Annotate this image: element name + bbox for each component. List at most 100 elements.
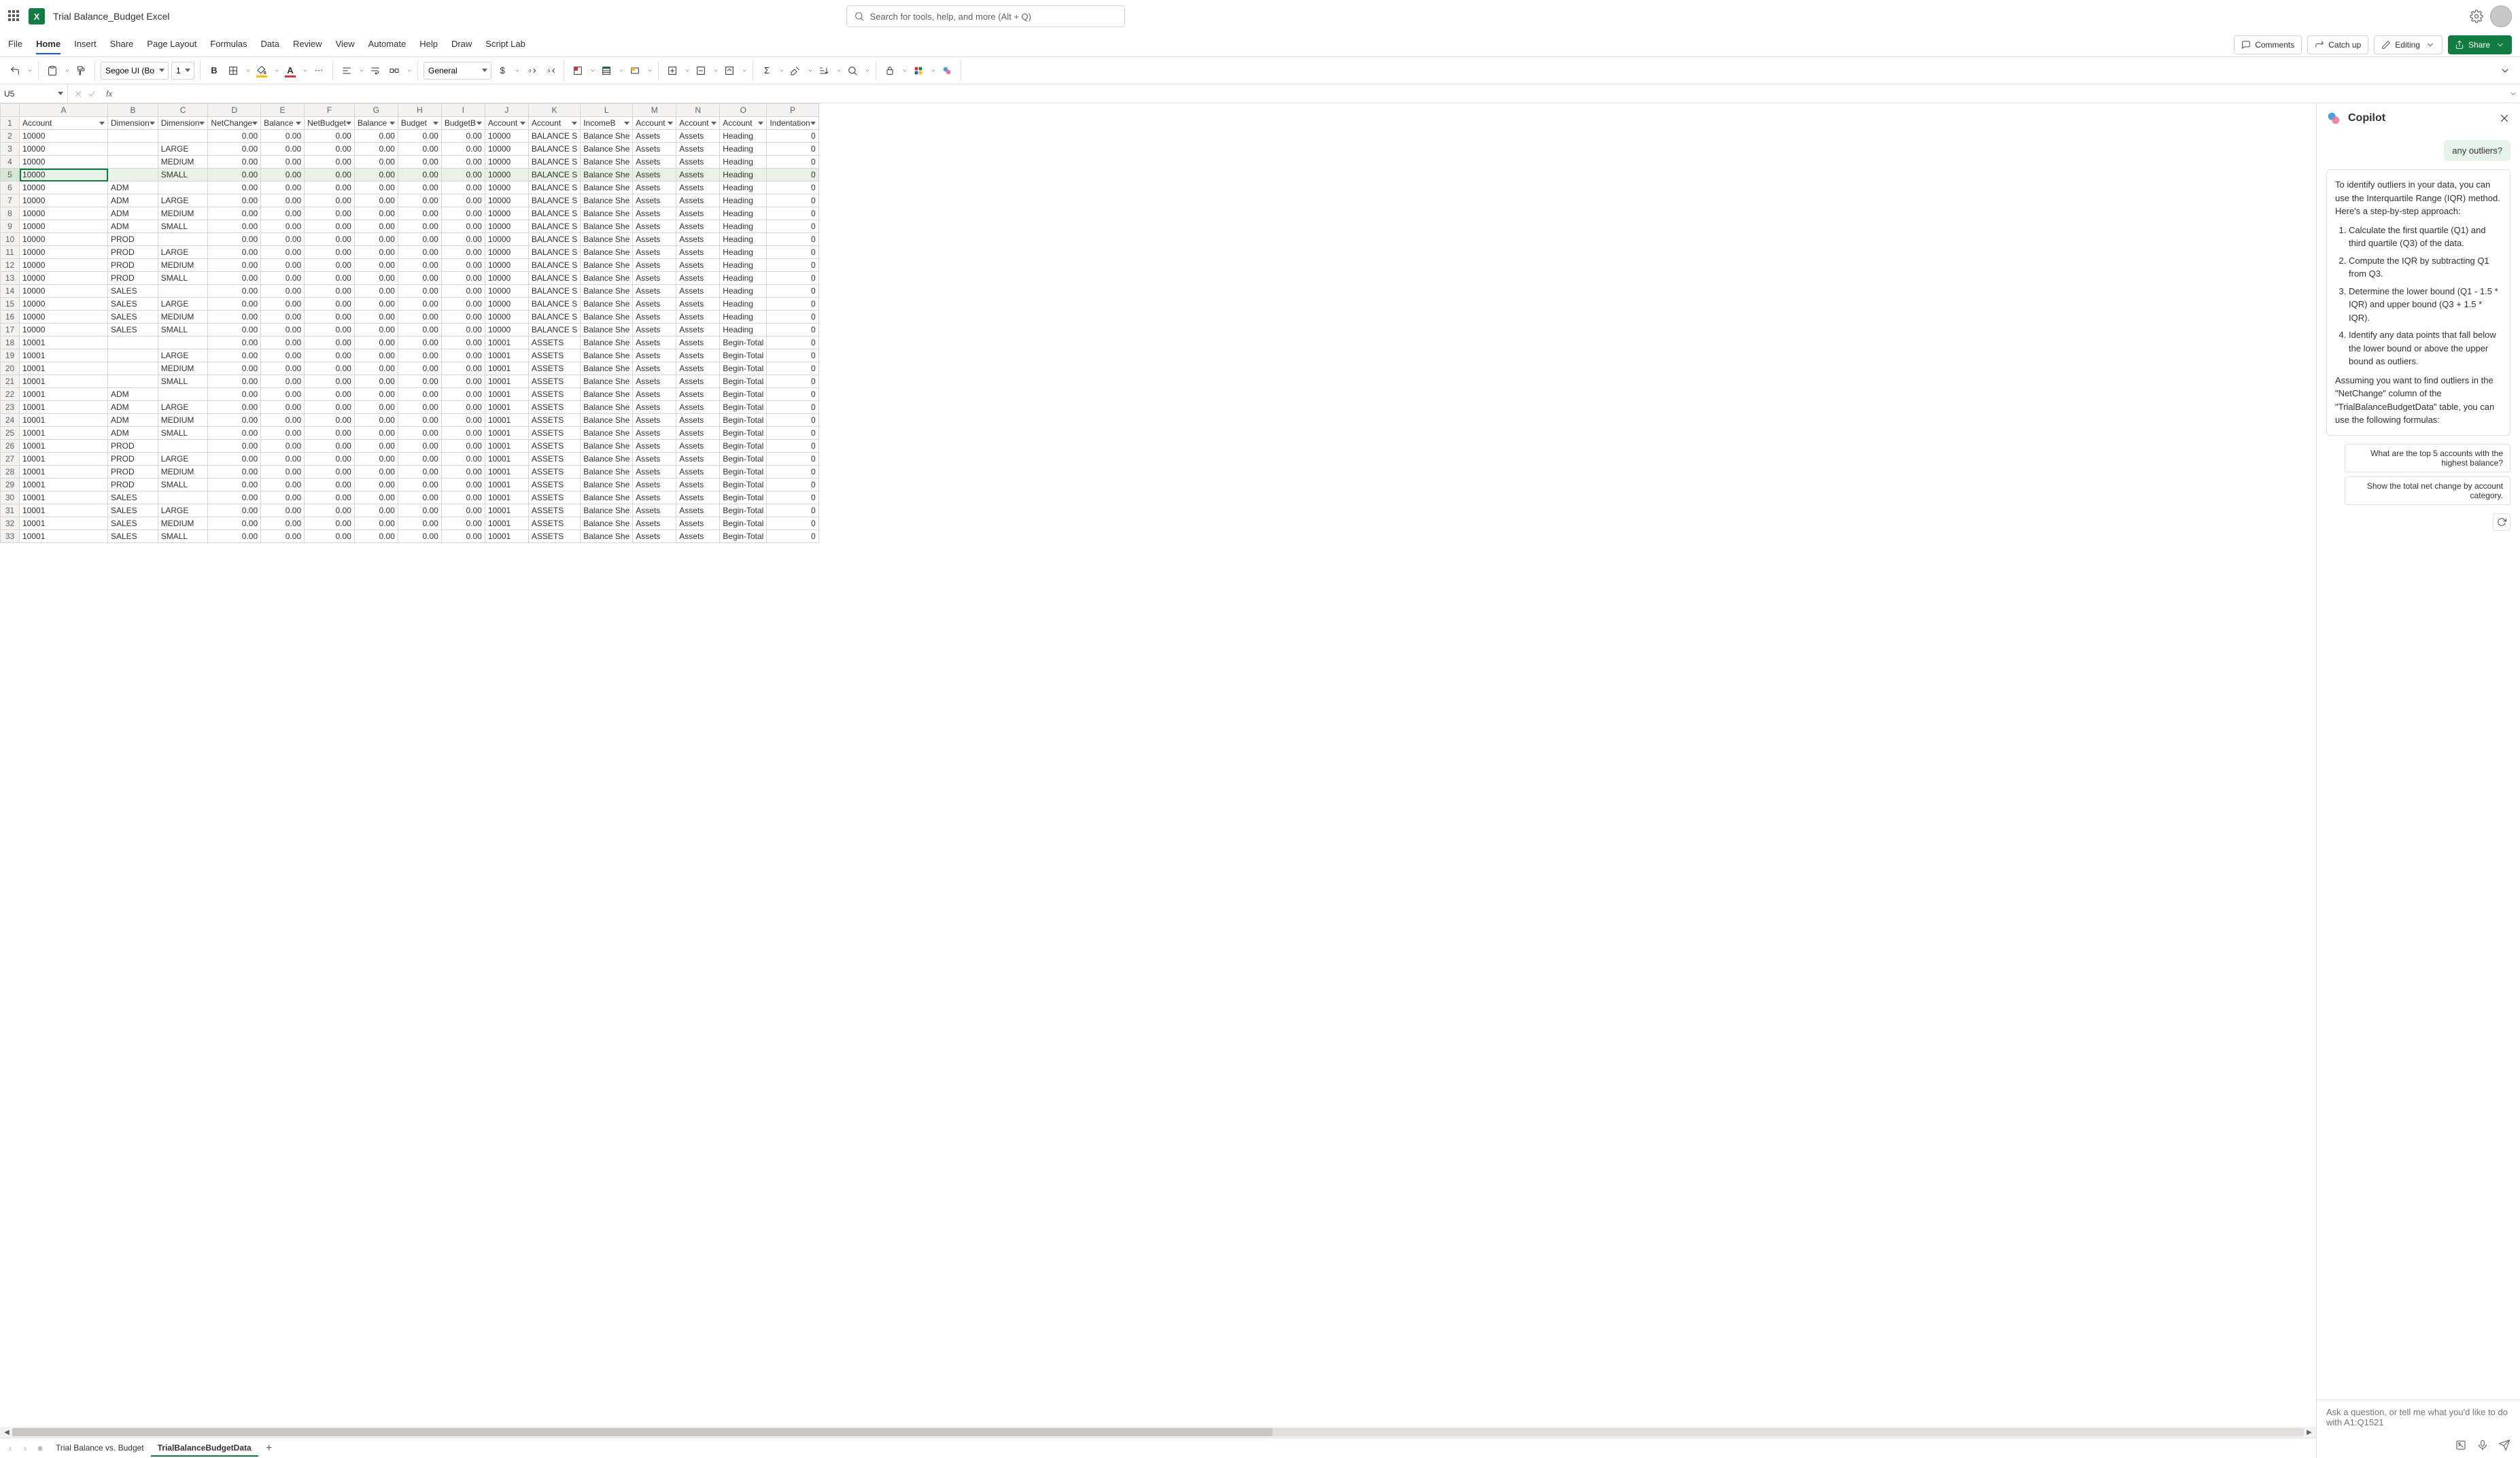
cell[interactable] [158, 285, 208, 298]
cell[interactable]: 10001 [485, 479, 528, 491]
cell[interactable]: 10001 [20, 440, 108, 453]
cell[interactable]: Assets [633, 362, 676, 375]
sort-filter-button[interactable] [816, 63, 832, 79]
cell[interactable]: 0.00 [398, 504, 441, 517]
cell[interactable]: BALANCE S [528, 169, 580, 181]
cell[interactable]: 10001 [485, 453, 528, 466]
row-header[interactable]: 7 [1, 194, 20, 207]
cell[interactable]: 0.00 [441, 453, 485, 466]
cell[interactable]: ASSETS [528, 440, 580, 453]
cell[interactable]: Assets [633, 194, 676, 207]
cell[interactable]: LARGE [158, 298, 208, 311]
add-sheet-button[interactable]: + [261, 1442, 277, 1455]
all-sheets-button[interactable]: ≡ [34, 1444, 46, 1453]
cell[interactable]: PROD [108, 440, 158, 453]
app-launcher-icon[interactable] [8, 10, 20, 22]
cell[interactable]: SALES [108, 530, 158, 543]
cell[interactable]: Heading [720, 285, 767, 298]
cell[interactable]: 0.00 [208, 453, 261, 466]
cell[interactable]: 10000 [20, 194, 108, 207]
chevron-down-icon[interactable] [359, 68, 364, 73]
cell[interactable]: Balance She [581, 530, 633, 543]
column-header-J[interactable]: J [485, 104, 528, 117]
cell[interactable]: 0.00 [441, 181, 485, 194]
cell[interactable]: PROD [108, 233, 158, 246]
cell[interactable]: Assets [676, 298, 720, 311]
next-sheet-button[interactable]: › [19, 1444, 31, 1453]
cell[interactable]: Heading [720, 272, 767, 285]
cell[interactable]: 0.00 [398, 207, 441, 220]
cell[interactable]: 0.00 [441, 504, 485, 517]
cell[interactable]: 10001 [485, 401, 528, 414]
cell[interactable]: 0.00 [398, 324, 441, 336]
cell[interactable]: Assets [633, 414, 676, 427]
cell[interactable]: 0.00 [354, 246, 398, 259]
cell[interactable]: BALANCE S [528, 311, 580, 324]
cell[interactable]: 0.00 [398, 246, 441, 259]
addins-button[interactable] [910, 63, 927, 79]
cell[interactable]: 0.00 [398, 479, 441, 491]
cell[interactable]: Assets [676, 169, 720, 181]
chevron-down-icon[interactable] [274, 68, 279, 73]
cell[interactable]: ADM [108, 388, 158, 401]
cell[interactable]: 0.00 [354, 517, 398, 530]
cell[interactable]: 0.00 [354, 479, 398, 491]
cell[interactable]: 10001 [20, 362, 108, 375]
cell[interactable]: 0.00 [354, 453, 398, 466]
cell[interactable]: 10000 [20, 311, 108, 324]
tab-script-lab[interactable]: Script Lab [485, 35, 525, 54]
cell[interactable]: 0.00 [208, 169, 261, 181]
cell[interactable]: Balance She [581, 311, 633, 324]
row-header[interactable]: 17 [1, 324, 20, 336]
cell[interactable]: 10001 [485, 530, 528, 543]
cell[interactable]: 10000 [20, 181, 108, 194]
select-all-corner[interactable] [1, 104, 20, 117]
cell[interactable]: 0.00 [441, 362, 485, 375]
cell[interactable]: 0.00 [208, 181, 261, 194]
cell[interactable]: 0.00 [354, 324, 398, 336]
cell[interactable]: BALANCE S [528, 194, 580, 207]
cell[interactable]: Balance She [581, 143, 633, 156]
cell[interactable]: 0.00 [208, 388, 261, 401]
cell[interactable]: 0 [767, 272, 818, 285]
cell[interactable]: SALES [108, 504, 158, 517]
cell[interactable]: Heading [720, 194, 767, 207]
cell[interactable] [108, 169, 158, 181]
cell[interactable]: 0.00 [441, 388, 485, 401]
sensitivity-button[interactable] [882, 63, 898, 79]
tab-data[interactable]: Data [261, 35, 279, 54]
autosum-button[interactable]: Σ [759, 63, 775, 79]
cell[interactable]: LARGE [158, 349, 208, 362]
row-header[interactable]: 26 [1, 440, 20, 453]
cell[interactable] [108, 336, 158, 349]
cell[interactable]: 10000 [485, 156, 528, 169]
cell[interactable]: 0.00 [261, 388, 305, 401]
cell[interactable]: 0.00 [354, 427, 398, 440]
cell[interactable]: ASSETS [528, 453, 580, 466]
cell[interactable]: 0.00 [208, 336, 261, 349]
scroll-left-button[interactable]: ◀ [1, 1429, 12, 1436]
cell[interactable]: Balance She [581, 194, 633, 207]
cell[interactable]: 0.00 [441, 414, 485, 427]
cell[interactable]: SMALL [158, 427, 208, 440]
cell[interactable] [158, 181, 208, 194]
cell[interactable]: SALES [108, 298, 158, 311]
suggestion-chip[interactable]: What are the top 5 accounts with the hig… [2345, 444, 2510, 472]
cell[interactable]: 10000 [485, 181, 528, 194]
cell[interactable]: Assets [633, 375, 676, 388]
cell[interactable]: Assets [676, 453, 720, 466]
cell[interactable]: 0.00 [398, 336, 441, 349]
column-header-B[interactable]: B [108, 104, 158, 117]
cell-styles-button[interactable] [627, 63, 643, 79]
cell[interactable]: 0.00 [398, 259, 441, 272]
cell[interactable]: 0.00 [398, 388, 441, 401]
cell[interactable]: 0 [767, 207, 818, 220]
cell[interactable]: 10001 [20, 466, 108, 479]
cell[interactable]: 10000 [485, 207, 528, 220]
cell[interactable]: 10001 [20, 453, 108, 466]
cell[interactable]: 0 [767, 414, 818, 427]
cell[interactable]: Begin-Total [720, 414, 767, 427]
cell[interactable]: MEDIUM [158, 311, 208, 324]
cell[interactable]: 0 [767, 466, 818, 479]
cell[interactable]: Assets [676, 233, 720, 246]
